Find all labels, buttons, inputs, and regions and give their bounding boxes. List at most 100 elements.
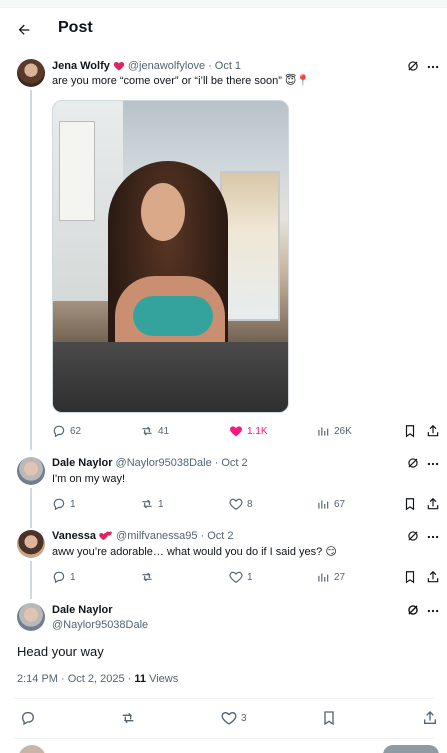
reply-button[interactable]: 1 — [52, 570, 76, 584]
like-count: 1.1K — [247, 425, 268, 437]
page-header: Post — [0, 8, 447, 50]
thread-connector — [30, 561, 32, 599]
page-title: Post — [58, 19, 93, 36]
repost-icon — [142, 572, 152, 582]
reply-text: aww you’re adorable… what would you do i… — [52, 546, 337, 558]
views-count: 26K — [334, 425, 352, 437]
views-button[interactable]: 67 — [316, 497, 345, 511]
heart-filled-icon — [230, 426, 242, 437]
views-icon — [318, 427, 329, 436]
avatar[interactable] — [17, 59, 45, 87]
heart-icon — [221, 711, 237, 725]
view-count: 11 — [134, 673, 147, 685]
grok-icon[interactable] — [406, 59, 420, 73]
top-strip — [0, 0, 447, 8]
author-handle[interactable]: @jenawolfylove — [128, 60, 205, 72]
author-handle[interactable]: @milfvanessa95 — [116, 530, 197, 542]
views-icon — [318, 500, 329, 509]
more-icon[interactable] — [426, 60, 440, 74]
two-hearts-icon — [99, 530, 113, 542]
bookmark-button[interactable] — [403, 570, 417, 584]
views-button[interactable]: 27 — [316, 570, 345, 584]
heart-icon — [229, 498, 243, 510]
back-arrow-icon[interactable] — [14, 20, 34, 40]
share-button[interactable] — [426, 570, 440, 584]
grok-icon[interactable] — [406, 603, 420, 617]
avatar[interactable] — [17, 457, 45, 485]
thread-connector — [30, 90, 32, 450]
bookmark-button[interactable] — [321, 710, 337, 726]
reply-submit-button[interactable] — [383, 745, 439, 753]
bookmark-icon — [405, 425, 415, 438]
reply-button[interactable]: 1 — [52, 497, 76, 511]
bookmark-icon — [405, 498, 415, 511]
post-timestamp[interactable]: 2:14 PM · Oct 2, 2025 · 11 Views — [17, 673, 178, 685]
repost-button[interactable]: 1 — [140, 497, 164, 511]
views-button[interactable]: 26K — [316, 424, 352, 438]
reply-button[interactable] — [20, 710, 36, 726]
separator: · — [200, 530, 205, 542]
post-date[interactable]: Oct 2 — [221, 457, 247, 469]
like-button[interactable]: 1 — [229, 570, 253, 584]
share-icon — [427, 570, 439, 583]
more-icon[interactable] — [426, 457, 440, 471]
focused-post-text: Head your way — [17, 644, 104, 659]
author-handle[interactable]: @Naylor95038Dale — [116, 457, 212, 469]
heart-badge-icon — [113, 60, 125, 72]
author-name[interactable]: Dale Naylor — [52, 603, 113, 617]
post-image[interactable] — [52, 100, 289, 413]
reply-header: Dale Naylor @Naylor95038Dale · Oct 2 — [52, 457, 248, 469]
views-icon — [318, 573, 329, 582]
repost-button[interactable] — [140, 570, 154, 584]
like-button[interactable]: 8 — [229, 497, 253, 511]
avatar[interactable] — [17, 530, 45, 558]
reply-count: 62 — [70, 425, 82, 437]
post-header: Jena Wolfy @jenawolfylove · Oct 1 — [52, 60, 241, 72]
bookmark-button[interactable] — [403, 424, 417, 438]
bookmark-button[interactable] — [403, 497, 417, 511]
repost-button[interactable] — [120, 710, 136, 726]
views-count: 27 — [334, 571, 346, 583]
share-button[interactable] — [426, 497, 440, 511]
post-date[interactable]: Oct 1 — [215, 60, 241, 72]
timestamp-time: 2:14 PM · Oct 2, 2025 · — [17, 673, 135, 685]
separator: · — [208, 60, 212, 72]
repost-icon — [142, 499, 152, 509]
repost-count: 41 — [158, 425, 170, 437]
reply-count: 1 — [70, 571, 76, 583]
reply-icon — [53, 498, 65, 511]
grok-icon[interactable] — [406, 456, 420, 470]
share-icon — [424, 711, 436, 724]
avatar[interactable] — [18, 745, 46, 753]
more-icon[interactable] — [426, 604, 440, 618]
reply-header: Vanessa @milfvanessa95 · Oct 2 — [52, 530, 234, 542]
like-button[interactable]: 1.1K — [229, 424, 268, 438]
repost-icon — [142, 426, 152, 436]
heart-icon — [229, 571, 243, 583]
reply-text: I'm on my way! — [52, 473, 126, 485]
author-name[interactable]: Jena Wolfy — [52, 60, 110, 72]
like-count: 3 — [241, 712, 247, 724]
post-date[interactable]: Oct 2 — [207, 530, 233, 542]
more-icon[interactable] — [426, 530, 440, 544]
like-button[interactable]: 3 — [221, 710, 247, 726]
author-handle[interactable]: @Naylor95038Dale — [52, 618, 148, 632]
author-name[interactable]: Vanessa — [52, 530, 96, 542]
like-count: 8 — [247, 498, 253, 510]
repost-count: 1 — [158, 498, 164, 510]
share-button[interactable] — [426, 424, 440, 438]
reply-icon — [53, 425, 65, 438]
reply-icon — [53, 571, 65, 584]
reply-count: 1 — [70, 498, 76, 510]
share-button[interactable] — [422, 710, 438, 726]
reply-button[interactable]: 62 — [52, 424, 81, 438]
avatar[interactable] — [17, 603, 45, 631]
repost-button[interactable]: 41 — [140, 424, 169, 438]
views-count: 67 — [334, 498, 346, 510]
divider — [14, 738, 434, 739]
views-label: Views — [146, 673, 179, 685]
reply-icon — [21, 712, 34, 726]
grok-icon[interactable] — [406, 529, 420, 543]
author-name[interactable]: Dale Naylor — [52, 457, 113, 469]
like-count: 1 — [247, 571, 253, 583]
